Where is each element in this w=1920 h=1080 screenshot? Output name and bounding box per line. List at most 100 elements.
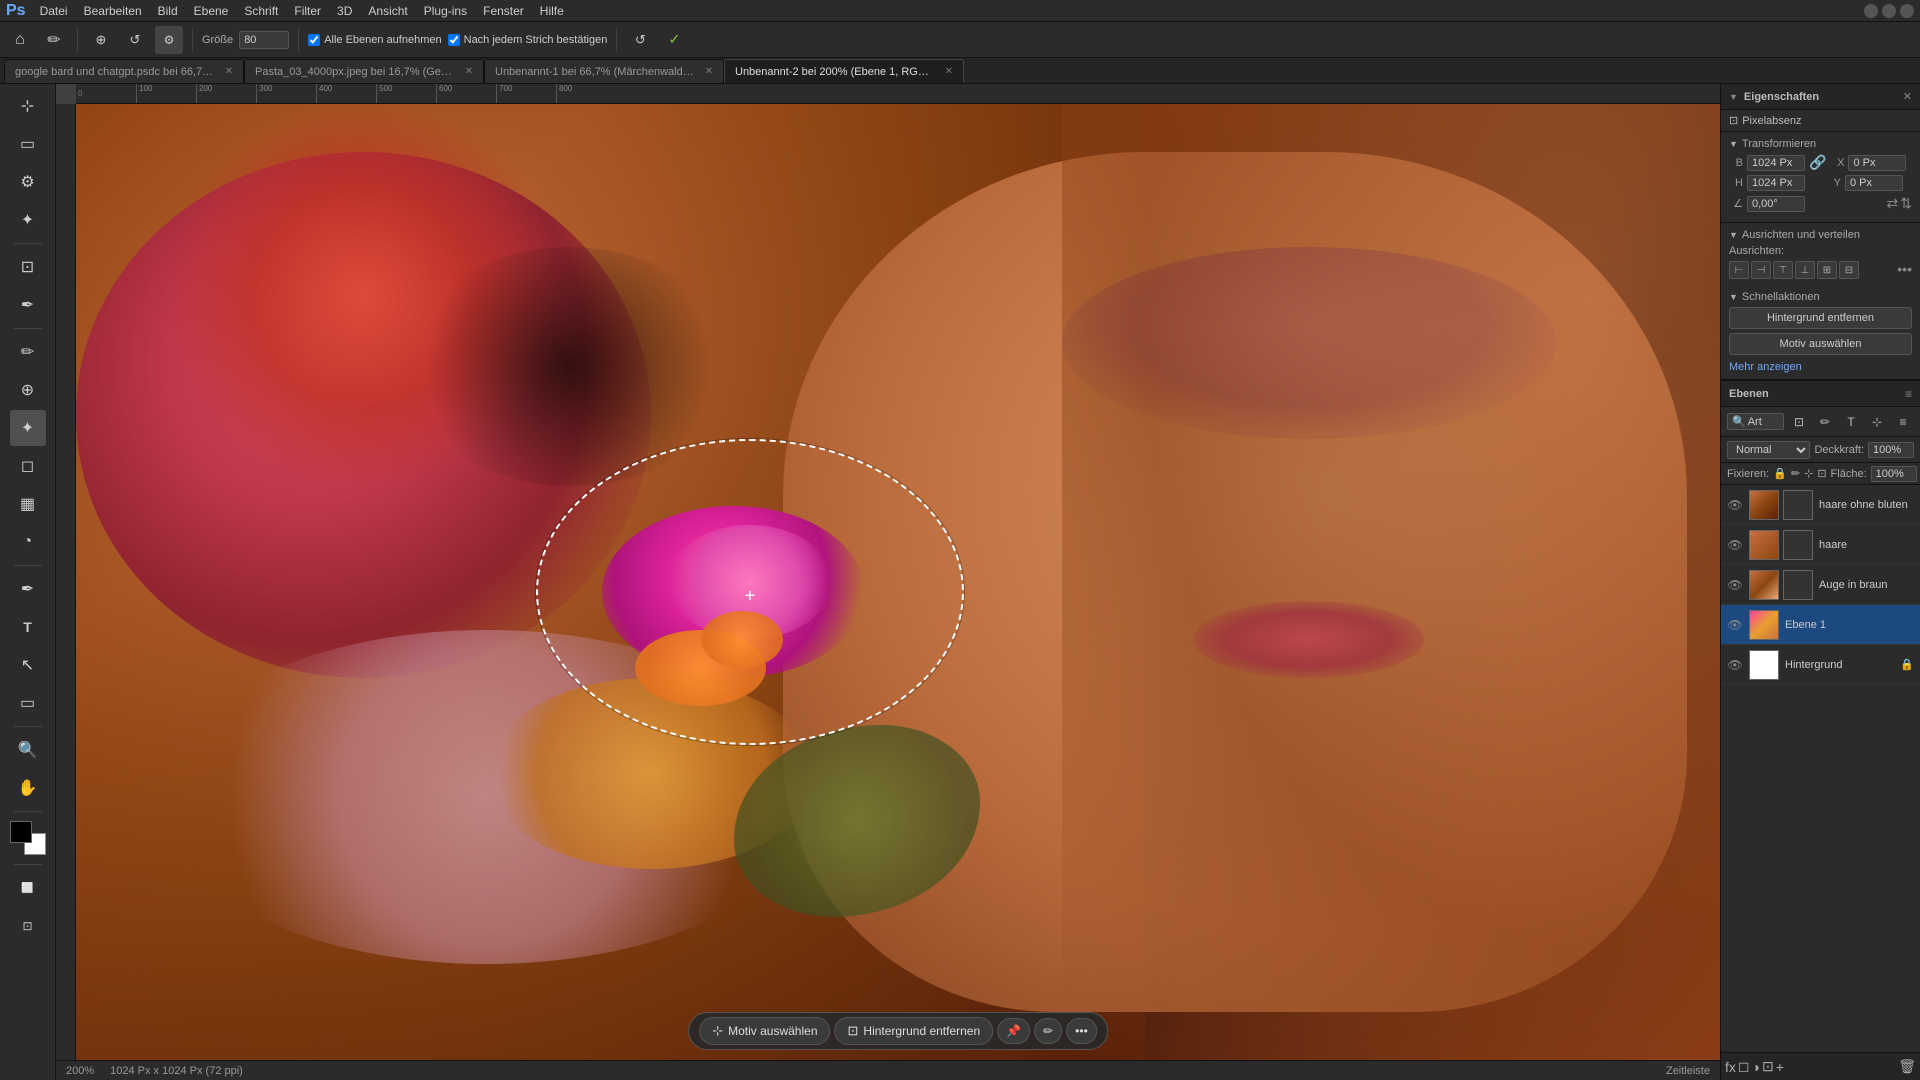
menu-ebene[interactable]: Ebene: [186, 2, 237, 20]
pen-tool[interactable]: ✒: [10, 571, 46, 607]
layer-vis-0[interactable]: 👁: [1727, 497, 1743, 513]
hintergrund-entfernen-prop-btn[interactable]: Hintergrund entfernen: [1729, 307, 1912, 329]
layers-filter-btn2[interactable]: ✏: [1814, 411, 1836, 433]
pin-btn[interactable]: 📌: [997, 1018, 1030, 1044]
lock-pos-btn[interactable]: ⊡: [1817, 467, 1826, 480]
path-select-tool[interactable]: ↖: [10, 647, 46, 683]
hand-tool[interactable]: ✋: [10, 770, 46, 806]
brush-tool-btn[interactable]: ✏: [40, 26, 68, 54]
clone-tool[interactable]: ⊕: [10, 372, 46, 408]
lock-draw-btn[interactable]: ✏: [1791, 467, 1800, 480]
layer-vis-1[interactable]: 👁: [1727, 537, 1743, 553]
menu-bild[interactable]: Bild: [150, 2, 186, 20]
blend-mode-select[interactable]: Normal: [1727, 441, 1810, 459]
menu-ansicht[interactable]: Ansicht: [360, 2, 415, 20]
delete-layer-btn[interactable]: 🗑: [1898, 1058, 1916, 1075]
more-btn[interactable]: •••: [1066, 1018, 1097, 1044]
menu-filter[interactable]: Filter: [286, 2, 329, 20]
window-minimize[interactable]: [1864, 4, 1878, 18]
h-input[interactable]: [1747, 175, 1805, 191]
schnellaktionen-title[interactable]: ▼ Schnellaktionen: [1729, 291, 1912, 303]
shape-tool[interactable]: ▭: [10, 685, 46, 721]
screen-mode-tool[interactable]: ⊡: [10, 908, 46, 944]
layer-vis-4[interactable]: 👁: [1727, 657, 1743, 673]
align-center-h[interactable]: ⊣: [1751, 261, 1771, 279]
tab-3-close[interactable]: ✕: [945, 66, 953, 77]
layer-vis-2[interactable]: 👁: [1727, 577, 1743, 593]
eyedropper-tool[interactable]: ✒: [10, 287, 46, 323]
undo-btn[interactable]: ↺: [121, 26, 149, 54]
new-doc-btn[interactable]: ⊕: [87, 26, 115, 54]
layer-item-4[interactable]: 👁 Hintergrund 🔒: [1721, 645, 1920, 685]
gradient-tool[interactable]: ▦: [10, 486, 46, 522]
b-input[interactable]: [1747, 155, 1805, 171]
crop-tool[interactable]: ⊡: [10, 249, 46, 285]
align-bottom[interactable]: ⊟: [1839, 261, 1859, 279]
layers-filter-btn1[interactable]: ⊡: [1788, 411, 1810, 433]
menu-datei[interactable]: Datei: [32, 2, 76, 20]
align-title[interactable]: ▼ Ausrichten und verteilen: [1729, 229, 1912, 241]
layers-filter-btn5[interactable]: ≡: [1892, 411, 1914, 433]
size-input[interactable]: [239, 31, 289, 49]
layer-item-0[interactable]: 👁 haare ohne bluten: [1721, 485, 1920, 525]
tab-2[interactable]: Unbenannt-1 bei 66,7% (Märchenwald, RGB/…: [484, 59, 724, 83]
menu-fenster[interactable]: Fenster: [475, 2, 532, 20]
canvas-viewport[interactable]: + ⊹ Motiv auswählen ⊡ Hintergrund entfer…: [76, 104, 1720, 1060]
tab-2-close[interactable]: ✕: [705, 66, 713, 77]
lock-move-btn[interactable]: ⊹: [1804, 467, 1813, 480]
tab-1-close[interactable]: ✕: [465, 66, 473, 77]
x-input[interactable]: [1848, 155, 1906, 171]
layers-search[interactable]: 🔍 Art: [1727, 413, 1784, 430]
app-icon[interactable]: Ps: [6, 2, 26, 20]
window-maximize[interactable]: [1882, 4, 1896, 18]
tab-3[interactable]: Unbenannt-2 bei 200% (Ebene 1, RGB/8#) ✕: [724, 59, 964, 83]
active-tool-btn[interactable]: ⚙: [155, 26, 183, 54]
hintergrund-entfernen-btn[interactable]: ⊡ Hintergrund entfernen: [835, 1017, 994, 1045]
layer-item-2[interactable]: 👁 Auge in braun: [1721, 565, 1920, 605]
add-group-btn[interactable]: ⊡: [1762, 1058, 1774, 1075]
zoom-tool[interactable]: 🔍: [10, 732, 46, 768]
text-tool[interactable]: T: [10, 609, 46, 645]
align-right[interactable]: ⊤: [1773, 261, 1793, 279]
mask-tool[interactable]: ⬜: [10, 870, 46, 906]
checkbox-alle-ebenen[interactable]: Alle Ebenen aufnehmen: [308, 34, 441, 46]
lock-all-btn[interactable]: 🔒: [1773, 467, 1787, 480]
align-left[interactable]: ⊢: [1729, 261, 1749, 279]
align-more-icon[interactable]: •••: [1897, 261, 1912, 279]
canvas-area[interactable]: 0 100 200 300 400 500 600 700 800: [56, 84, 1720, 1080]
checkbox-nach-jedem[interactable]: Nach jedem Strich bestätigen: [448, 34, 608, 46]
confirm-btn[interactable]: ✓: [660, 26, 688, 54]
menu-bearbeiten[interactable]: Bearbeiten: [76, 2, 150, 20]
fill-input[interactable]: [1871, 466, 1917, 482]
layers-filter-btn4[interactable]: ⊹: [1866, 411, 1888, 433]
color-swatches[interactable]: [10, 821, 46, 855]
tab-0[interactable]: google bard und chatgpt.psdc bei 66,7% (…: [4, 59, 244, 83]
motiv-auswahlen-prop-btn[interactable]: Motiv auswählen: [1729, 333, 1912, 355]
layers-menu-btn[interactable]: ≡: [1905, 387, 1912, 401]
transform-title[interactable]: ▼ Transformieren: [1729, 138, 1912, 150]
opacity-input[interactable]: [1868, 442, 1914, 458]
move-tool[interactable]: ⊹: [10, 88, 46, 124]
magic-wand-tool[interactable]: ✦: [10, 202, 46, 238]
menu-3d[interactable]: 3D: [329, 2, 360, 20]
menu-hilfe[interactable]: Hilfe: [532, 2, 572, 20]
layers-filter-btn3[interactable]: T: [1840, 411, 1862, 433]
layer-item-3[interactable]: 👁 Ebene 1: [1721, 605, 1920, 645]
properties-header[interactable]: ▼ Eigenschaften ✕: [1721, 84, 1920, 110]
align-top[interactable]: ⊥: [1795, 261, 1815, 279]
flip-h-btn[interactable]: ⇄: [1887, 195, 1899, 212]
tab-0-close[interactable]: ✕: [225, 66, 233, 77]
edit-btn[interactable]: ✏: [1034, 1018, 1062, 1044]
add-adjustment-btn[interactable]: ◑: [1752, 1059, 1760, 1075]
undo-action-btn[interactable]: ↺: [626, 26, 654, 54]
motiv-auswahlen-btn[interactable]: ⊹ Motiv auswählen: [699, 1017, 830, 1045]
menu-plugins[interactable]: Plug-ins: [416, 2, 475, 20]
add-style-btn[interactable]: fx: [1725, 1059, 1736, 1075]
home-button[interactable]: ⌂: [6, 26, 34, 54]
mehr-anzeigen-link[interactable]: Mehr anzeigen: [1729, 361, 1802, 373]
angle-input[interactable]: [1747, 196, 1805, 212]
flip-v-btn[interactable]: ⇅: [1900, 195, 1912, 212]
layer-item-1[interactable]: 👁 haare: [1721, 525, 1920, 565]
window-close[interactable]: [1900, 4, 1914, 18]
eraser-tool[interactable]: ◻: [10, 448, 46, 484]
